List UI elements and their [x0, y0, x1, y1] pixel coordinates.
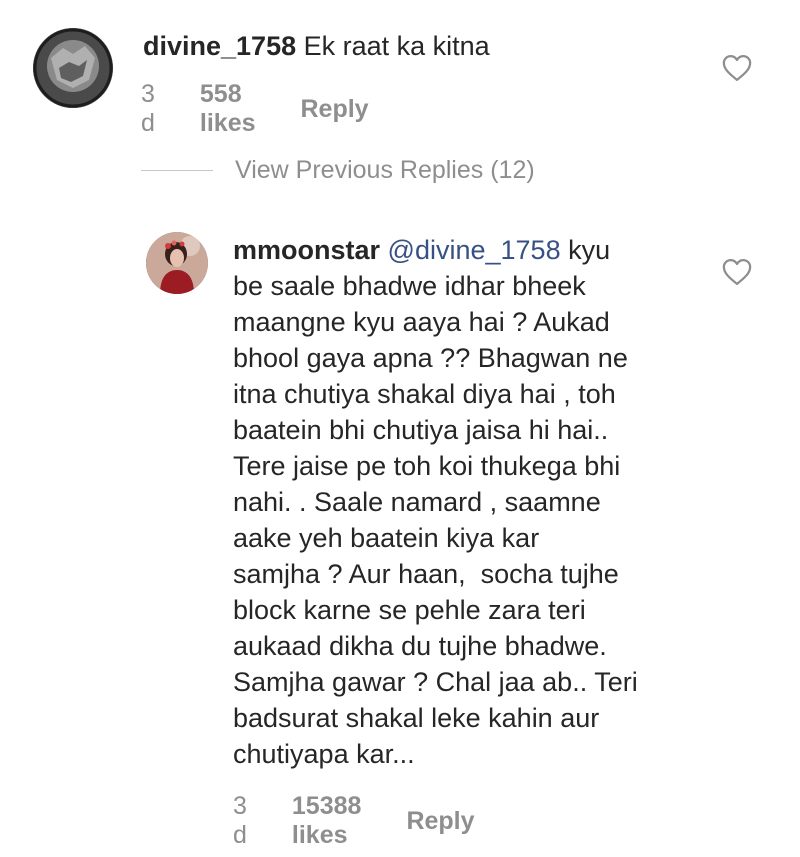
- reply-body-line: aukaad dikha du tujhe bhadwe.: [233, 631, 607, 661]
- reply-body-line: block karne se pehle zara teri: [233, 595, 586, 625]
- reply-meta: 3 d 15388 likes Reply: [233, 792, 475, 850]
- heart-outline-icon[interactable]: [722, 54, 752, 82]
- reply-body-line: kyu: [560, 235, 611, 265]
- avatar[interactable]: [146, 232, 208, 294]
- reply-body-line: bhool gaya apna ?? Bhagwan ne: [233, 343, 628, 373]
- reply-body-line: be saale bhadwe idhar bheek: [233, 271, 586, 301]
- comment-username[interactable]: divine_1758: [143, 31, 296, 61]
- reply-body-line: aake yeh baatein kiya kar: [233, 523, 540, 553]
- reply-button[interactable]: Reply: [301, 95, 369, 124]
- reply-text: mmoonstar @divine_1758 kyu be saale bhad…: [233, 232, 713, 772]
- heart-outline-icon[interactable]: [722, 258, 752, 286]
- comment-likes[interactable]: 558 likes: [200, 80, 256, 138]
- reply-time: 3 d: [233, 792, 247, 849]
- reply-body-line: Samjha gawar ? Chal jaa ab.. Teri: [233, 667, 638, 697]
- avatar-icon: [146, 232, 208, 294]
- comment-body: Ek raat ka kitna: [296, 31, 490, 61]
- reply-button[interactable]: Reply: [406, 807, 474, 836]
- reply-body-line: maangne kyu aaya hai ? Aukad: [233, 307, 610, 337]
- view-previous-replies[interactable]: View Previous Replies (12): [141, 156, 535, 185]
- reply-body-line: itna chutiya shakal diya hai , toh: [233, 379, 616, 409]
- avatar[interactable]: [33, 28, 113, 108]
- reply-body-line: chutiyapa kar...: [233, 739, 415, 769]
- reply-body-line: nahi. . Saale namard , saamne: [233, 487, 601, 517]
- reply-body-line: badsurat shakal leke kahin aur: [233, 703, 600, 733]
- reply-body-line: Tere jaise pe toh koi thukega bhi: [233, 451, 621, 481]
- reply-body-line: baatein bhi chutiya jaisa hi hai..: [233, 415, 609, 445]
- comment-time: 3 d: [141, 80, 155, 137]
- reply-body-line: samjha ? Aur haan, socha tujhe: [233, 559, 619, 589]
- view-previous-replies-label[interactable]: View Previous Replies (12): [235, 156, 535, 185]
- divider-line: [141, 170, 213, 171]
- comment-meta: 3 d 558 likes Reply: [141, 80, 369, 138]
- avatar-icon: [33, 28, 113, 108]
- mention-link[interactable]: @divine_1758: [388, 235, 561, 265]
- comment-text: divine_1758 Ek raat ka kitna: [143, 28, 490, 64]
- reply-username[interactable]: mmoonstar: [233, 235, 380, 265]
- reply-likes[interactable]: 15388 likes: [292, 792, 362, 850]
